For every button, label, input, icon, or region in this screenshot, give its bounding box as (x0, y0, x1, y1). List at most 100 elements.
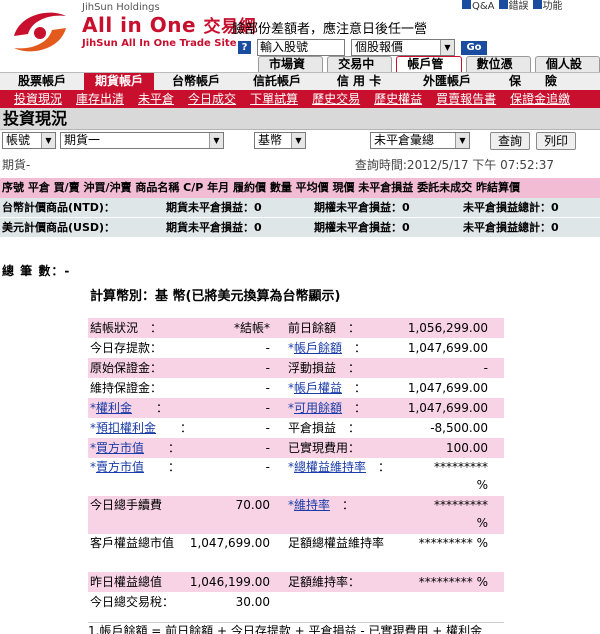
colon: ： (132, 401, 169, 415)
summary-options-pl: 期權未平倉損益：0 (314, 221, 410, 234)
jihsun-logo-icon[interactable] (10, 6, 70, 58)
nav-stock-account[interactable]: 股票帳戶 (0, 73, 84, 90)
detail-right-value: 1,047,699.00 (407, 341, 488, 355)
currency-select-value: 基幣 (258, 133, 283, 147)
colon: ： (366, 460, 391, 474)
detail-left-link[interactable]: 買方市值 (96, 441, 144, 455)
detail-right-link[interactable]: 總權益維持率 (294, 460, 366, 474)
nav-credit-card[interactable]: 信 用 卡 (316, 73, 402, 90)
detail-right-link[interactable]: 帳戶餘額 (294, 341, 342, 355)
colon: ： (342, 401, 367, 415)
summary-futures-pl: 期貨未平倉損益：0 (166, 221, 262, 234)
detail-left-label: 維持保證金： (90, 381, 163, 395)
nav-insurance[interactable]: 保 險 (492, 73, 574, 90)
nav-twd-account[interactable]: 台幣帳戶 (154, 73, 238, 90)
tab-account-management[interactable]: 帳戶管理 (396, 56, 462, 86)
detail-row: 結帳狀況 ： *結帳* 前日餘額 ： 1,056,299.00 (88, 318, 504, 338)
detail-left-label: 今日總手續費 (90, 498, 163, 512)
detail-right-value: ********* % (418, 536, 488, 550)
tab-personal-settings[interactable]: 個人設定 (534, 56, 600, 86)
detail-left-label: 結帳狀況 ： (90, 321, 163, 335)
tab-market-info[interactable]: 市場資訊 (258, 56, 324, 86)
colon: ： (156, 421, 193, 435)
position-select[interactable]: 未平倉彙總 ▼ (370, 132, 470, 149)
detail-right-link[interactable]: 可用餘額 (294, 401, 342, 415)
nav-trust-account[interactable]: 信託帳戶 (238, 73, 316, 90)
summary-futures-pl: 期貨未平倉損益：0 (166, 201, 262, 214)
detail-row: *預扣權利金 ： - 平倉損益 ： -8,500.00 (88, 418, 504, 438)
query-button[interactable]: 查詢 (490, 132, 530, 150)
subnav-margin-call[interactable]: 保證金追繳 (510, 90, 570, 108)
subnav-history-equity[interactable]: 歷史權益 (374, 90, 422, 108)
subnav-portfolio[interactable]: 投資現況 (14, 90, 62, 108)
function-icon (532, 0, 542, 9)
go-button[interactable]: Go (461, 40, 487, 55)
top-link-qa[interactable]: Q&A (462, 0, 495, 11)
print-button[interactable]: 列印 (536, 132, 576, 150)
detail-right-value: - (483, 361, 488, 375)
colon: ： (342, 381, 367, 395)
page-title: 投資現況 (0, 108, 600, 130)
detail-right-label[interactable]: *維持率 ： (288, 496, 354, 514)
detail-left-link[interactable]: 預扣權利金 (96, 421, 156, 435)
detail-right-label: 足額總權益維持率 (288, 536, 385, 550)
top-links: Q&A 錯誤 功能 (462, 0, 563, 11)
tab-trade-center[interactable]: 交易中心 (327, 56, 393, 86)
detail-right-link[interactable]: 維持率 (294, 498, 330, 512)
quote-type-select[interactable]: 個股報價 ▼ (351, 39, 455, 56)
stock-code-input[interactable]: 輸入股號 (257, 39, 345, 56)
account-type-select[interactable]: 期貨一 ▼ (60, 132, 224, 149)
detail-row: 維持保證金： - *帳戶權益 ： 1,047,699.00 (88, 378, 504, 398)
detail-right-label: 平倉損益 ： (288, 421, 361, 435)
summary-row-usd: 美元計價商品(USD)： 期貨未平倉損益：0 期權未平倉損益：0 未平倉損益總計… (0, 218, 600, 238)
account-label: 期貨- (2, 158, 31, 172)
detail-left-value: 30.00 (235, 595, 270, 609)
nav-fx-account[interactable]: 外匯帳戶 (402, 73, 492, 90)
subnav-trade-report[interactable]: 買賣報告書 (436, 90, 496, 108)
detail-row: *賣方市值 ： - *總權益維持率 ： *********% (88, 458, 504, 496)
top-link-function[interactable]: 功能 (532, 0, 563, 11)
detail-left-link[interactable]: 賣方市值 (96, 460, 144, 474)
brand-name-en: All in One (82, 13, 197, 37)
query-time: 查詢時間:2012/5/17 下午 07:52:37 (354, 158, 554, 172)
futures-subnav: 投資現況 庫存出清 未平倉 今日成交 下單試算 歷史交易 歷史權益 買賣報告書 … (0, 90, 600, 108)
detail-right-label[interactable]: *帳戶權益 ： (288, 378, 366, 398)
subnav-liquidate[interactable]: 庫存出清 (76, 90, 124, 108)
currency-title: 計算幣別：基 幣(已將美元換算為台幣顯示) (90, 289, 341, 304)
detail-left-value: 1,047,699.00 (189, 536, 270, 550)
subnav-order-calc[interactable]: 下單試算 (250, 90, 298, 108)
detail-left-value: *結帳* (233, 321, 270, 335)
detail-right-label: 前日餘額 ： (288, 321, 361, 335)
detail-left-label[interactable]: *預扣權利金 ： (90, 418, 192, 438)
subnav-history-trades[interactable]: 歷史交易 (312, 90, 360, 108)
detail-right-label[interactable]: *總權益維持率 ： (288, 458, 390, 476)
detail-row: 昨日權益總值 1,046,199.00 足額維持率： ********* % (88, 572, 504, 592)
detail-right-label[interactable]: *可用餘額 ： (288, 398, 366, 418)
detail-right-label[interactable]: *帳戶餘額 ： (288, 338, 366, 358)
detail-left-label[interactable]: *權利金 ： (90, 398, 168, 418)
detail-left-value: - (265, 421, 270, 435)
detail-left-label: 今日存提款： (90, 341, 163, 355)
detail-left-link[interactable]: 權利金 (96, 401, 132, 415)
qa-icon (462, 0, 471, 9)
nav-futures-account[interactable]: 期貨帳戶 (84, 73, 154, 90)
detail-row: 原始保證金： - 浮動損益 ： - (88, 358, 504, 378)
subnav-open-position[interactable]: 未平倉 (138, 90, 174, 108)
detail-left-label[interactable]: *買方市值 ： (90, 438, 180, 458)
detail-right-value: 100.00 (446, 441, 488, 455)
detail-left-value: - (265, 401, 270, 415)
currency-select[interactable]: 基幣 ▼ (254, 132, 306, 149)
detail-left-label[interactable]: *賣方市值 ： (90, 458, 180, 476)
summary-options-pl: 期權未平倉損益：0 (314, 201, 410, 214)
subnav-today-deals[interactable]: 今日成交 (188, 90, 236, 108)
tab-digital-cert[interactable]: 數位憑證 (465, 56, 531, 86)
top-link-error[interactable]: 錯誤 (498, 0, 529, 11)
detail-left-label: 客戶權益總市值 (90, 536, 175, 550)
help-icon[interactable]: ? (238, 41, 251, 54)
chevron-down-icon: ▼ (41, 133, 55, 148)
detail-right-link[interactable]: 帳戶權益 (294, 381, 342, 395)
account-select[interactable]: 帳號 ▼ (2, 132, 56, 149)
detail-left-value: 1,046,199.00 (189, 575, 270, 589)
meta-row: 期貨- 查詢時間:2012/5/17 下午 07:52:37 (0, 156, 600, 172)
colon: ： (330, 498, 355, 512)
